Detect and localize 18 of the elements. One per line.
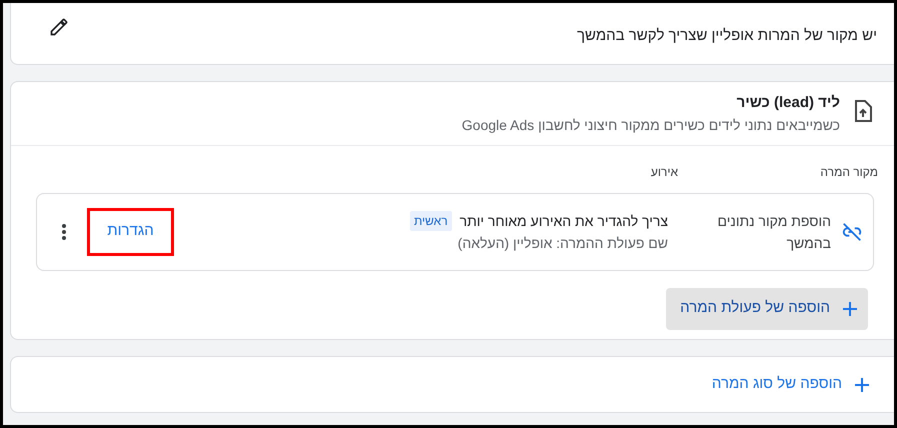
- add-conversion-type-button[interactable]: הוספה של סוג המרה: [712, 373, 870, 396]
- add-conversion-action-button[interactable]: הוספה של פעולת המרה: [666, 288, 868, 330]
- settings-link[interactable]: הגדרות: [107, 220, 154, 243]
- source-text: הוספת מקור נתונים בהמשך: [716, 212, 831, 253]
- notice-text: יש מקור של המרות אופליין שצריך לקשר בהמשך: [577, 26, 877, 46]
- link-off-icon: [841, 220, 863, 242]
- more-options-icon[interactable]: [61, 222, 67, 240]
- conversion-type-title: ליד (lead) כשיר: [736, 93, 840, 113]
- pencil-icon[interactable]: [49, 16, 69, 36]
- primary-badge: ראשית: [410, 210, 452, 230]
- event-text: צריך להגדיר את האירוע מאוחר יותר: [460, 212, 668, 231]
- conversion-type-description: כשמייבאים נתוני לידים כשירים ממקור חיצוני לחשבון Google Ads: [462, 116, 840, 135]
- column-header: מקור המרה: [819, 164, 878, 180]
- upload-file-icon: [854, 100, 872, 122]
- plus-icon: [854, 376, 870, 392]
- action-name-text: שם פעולת ההמרה: אופליין (העלאה): [456, 234, 668, 253]
- column-header: אירוע: [650, 164, 678, 180]
- plus-icon: [842, 300, 858, 316]
